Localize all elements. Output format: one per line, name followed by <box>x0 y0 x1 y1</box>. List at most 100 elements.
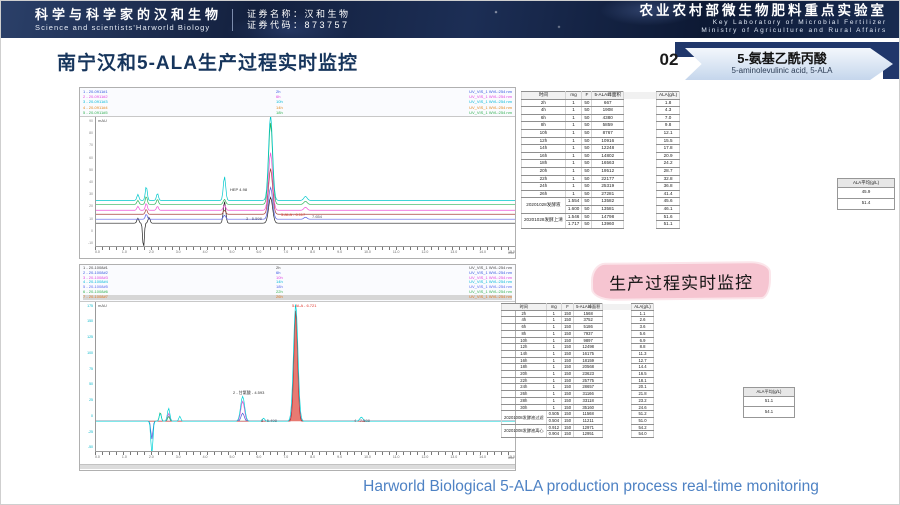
table-cell: 50 <box>582 205 592 213</box>
table-cell: 150 <box>562 337 574 344</box>
peak-label: 2 - 甘氨酸 - 4.593 <box>233 390 264 396</box>
stock-code: 证券代码：873757 <box>247 21 351 30</box>
table-cell: 1 <box>565 167 582 175</box>
table-cell: 150 <box>562 417 574 424</box>
x-axis-tick-label: 13.0 <box>450 455 457 459</box>
section-title-en: 5-aminolevulinic acid, 5-ALA <box>732 66 833 76</box>
table-cell: 4.3 <box>657 107 680 115</box>
table-cell: 3.6 <box>632 324 654 331</box>
table-cell: 4380 <box>592 114 624 122</box>
table-row: 22h1502217732.8 <box>522 175 680 183</box>
x-axis-tick-label: 7.0 <box>283 455 288 459</box>
table-cell: 1.546 <box>565 213 582 221</box>
y-axis-ticks: 9080706050403020100-10 <box>80 117 95 247</box>
x-axis-tick-label: 6.0 <box>256 250 261 254</box>
table-cell: 8h <box>522 122 566 130</box>
x-axis-unit: min <box>508 251 514 255</box>
table-cell: 0.912 <box>546 424 561 431</box>
table-cell: 6h <box>522 114 566 122</box>
table-cell: 1 <box>565 107 582 115</box>
table-cell: 13960 <box>592 221 624 229</box>
table-row: 24h11502865720.1 <box>502 384 654 391</box>
table-cell: 15.5 <box>657 137 680 145</box>
table-cell: 1 <box>565 183 582 191</box>
ala-average-block-2: ALA平均(g/L)51.154.1 <box>743 387 795 418</box>
x-axis-tick-label: 8.0 <box>310 455 315 459</box>
section-arrow-banner: 5-氨基乙酰丙酸 5-aminolevulinic acid, 5-ALA <box>685 48 893 80</box>
table-cell: 14.4 <box>632 364 654 371</box>
peak-label: HEP 4.98 <box>230 187 247 192</box>
table-cell: 50 <box>582 129 592 137</box>
chromatogram-2-plot-area: 1751501251007550250-25-50 mAU 5-ALA - 6.… <box>80 302 515 452</box>
hplc-table-1: 时间mgF5-ALA峰面积ALA(g/L)2h1506671.84h150190… <box>521 91 680 229</box>
table-row: 2h115015681.1 <box>502 310 654 317</box>
column-header: 时间 <box>502 304 547 311</box>
table-cell: 54.0 <box>632 431 654 438</box>
table-cell: 2h <box>502 310 547 317</box>
table-cell: 10h <box>522 129 566 137</box>
x-axis-tick-label: 14.0 <box>479 455 486 459</box>
peak-label: 5-ALA - 6.721 <box>292 303 316 308</box>
table-cell: 1 <box>546 391 561 398</box>
table-cell: 50 <box>582 137 592 145</box>
table-row: 6h115051863.6 <box>502 324 654 331</box>
table-cell: 16.5 <box>632 371 654 378</box>
x-axis-tick-label: 9.0 <box>337 250 342 254</box>
table-cell: 1 <box>565 122 582 130</box>
column-header: ALA(g/L) <box>657 92 680 100</box>
table-cell: 1.600 <box>565 205 582 213</box>
avg-value: 51.4 <box>837 199 895 210</box>
table-footer-row: 20201028发酵液1.554501358245.6 <box>522 198 680 206</box>
table-cell: 1 <box>565 99 582 107</box>
table-cell: 1.717 <box>565 221 582 229</box>
legend-wavelength: UV_VIS_1 WVL:254 nm <box>469 110 512 115</box>
table-cell: 8.8 <box>632 344 654 351</box>
x-axis-tick-label: 8.0 <box>310 250 315 254</box>
table-row: 30h11503516024.6 <box>502 404 654 411</box>
table-cell: 150 <box>562 377 574 384</box>
table-cell: 16175 <box>574 350 603 357</box>
sample-label-cell: 20201008发酵液离心 <box>502 424 547 437</box>
table-cell: 27281 <box>592 190 624 198</box>
x-axis-tick-label: 14.0 <box>479 250 486 254</box>
x-axis-tick-label: 12.0 <box>422 250 429 254</box>
table-cell: 1908 <box>592 107 624 115</box>
column-header: F <box>562 304 574 311</box>
x-axis-tick-label: 2.0 <box>149 455 154 459</box>
legend-sample-time: 26h <box>276 295 345 300</box>
stock-block: 证券名称：汉和生物 证券代码：873757 <box>247 8 351 32</box>
table-cell: 54.2 <box>632 424 654 431</box>
avg-value: 51.1 <box>743 397 795 408</box>
stock-name: 证券名称：汉和生物 <box>247 10 351 19</box>
table-cell: 1 <box>546 350 561 357</box>
table-cell: 7937 <box>574 330 603 337</box>
x-axis: 0.01.02.03.04.05.06.07.08.09.010.011.012… <box>95 452 515 464</box>
lab-block: 农业农村部微生物肥料重点实验室 Key Laboratory of Microb… <box>640 4 888 35</box>
x-axis-tick-label: 5.0 <box>230 250 235 254</box>
table-cell: 150 <box>562 371 574 378</box>
table-cell: 0.504 <box>546 417 561 424</box>
table-cell: 1 <box>565 175 582 183</box>
table-cell: 14h <box>502 350 547 357</box>
peak-label: 4 - 7.588 <box>354 418 370 423</box>
x-axis-tick-labels: 0.01.02.03.04.05.06.07.08.09.010.011.012… <box>95 455 515 459</box>
table-cell: 50 <box>582 175 592 183</box>
table-cell: 12h <box>502 344 547 351</box>
x-axis-tick-label: 4.0 <box>203 455 208 459</box>
table-footer-row: 20201008发酵液离心0.9121501297154.2 <box>502 424 654 431</box>
table-cell: 24h <box>502 384 547 391</box>
sample-label-cell: 20201028发酵上清 <box>522 213 566 228</box>
table-cell: 1 <box>546 384 561 391</box>
table-cell: 1 <box>546 337 561 344</box>
table-cell: 1 <box>565 152 582 160</box>
lab-title-en-2: Ministry of Agriculture and Rural Affair… <box>640 28 888 35</box>
table-cell: 6h <box>502 324 547 331</box>
presentation-slide: 科学与科学家的汉和生物 Science and scientists'Harwo… <box>0 0 900 505</box>
x-axis-tick-label: 2.0 <box>149 250 154 254</box>
y-axis-tick-label: 125 <box>87 335 93 339</box>
section-badge: 02 5-氨基乙酰丙酸 5-aminolevulinic acid, 5-ALA <box>651 41 900 83</box>
avg-column-header: ALA平均(g/L) <box>837 178 895 188</box>
table-cell: 20568 <box>574 364 603 371</box>
table-cell: 46.1 <box>657 205 680 213</box>
x-axis-unit: min <box>508 456 514 460</box>
